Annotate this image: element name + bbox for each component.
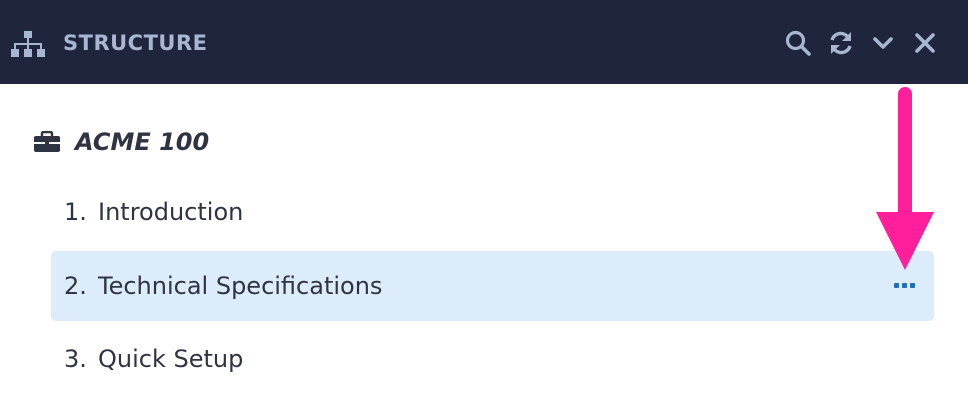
close-icon [915,33,935,53]
tree-item-number: 1. [64,198,87,226]
ellipsis-icon [894,282,899,288]
tree-item-number: 2. [64,272,87,300]
search-icon [785,30,811,56]
refresh-button[interactable] [826,28,856,58]
structure-panel-header: STRUCTURE [0,0,968,84]
tree-root-label: ACME 100 [75,128,210,156]
tree-item-label: Quick Setup [98,345,244,373]
collapse-button[interactable] [868,28,898,58]
tree-item-technical-specifications[interactable]: 2. Technical Specifications [51,251,934,321]
tree-item-quick-setup[interactable]: 3. Quick Setup [51,324,934,394]
tree-item-introduction[interactable]: 1. Introduction [51,177,934,247]
arrow-down-icon [876,87,934,270]
chevron-down-icon [873,37,893,49]
sitemap-icon [11,31,45,57]
tree-item-number: 3. [64,345,87,373]
briefcase-icon [34,131,60,152]
refresh-icon [830,31,852,55]
tree-item-label: Introduction [98,198,244,226]
tree-root[interactable]: ACME 100 [33,122,209,162]
panel-title: STRUCTURE [63,31,208,55]
close-button[interactable] [910,28,940,58]
more-options-button[interactable] [894,280,916,290]
tree-item-label: Technical Specifications [98,272,383,300]
search-button[interactable] [783,28,813,58]
